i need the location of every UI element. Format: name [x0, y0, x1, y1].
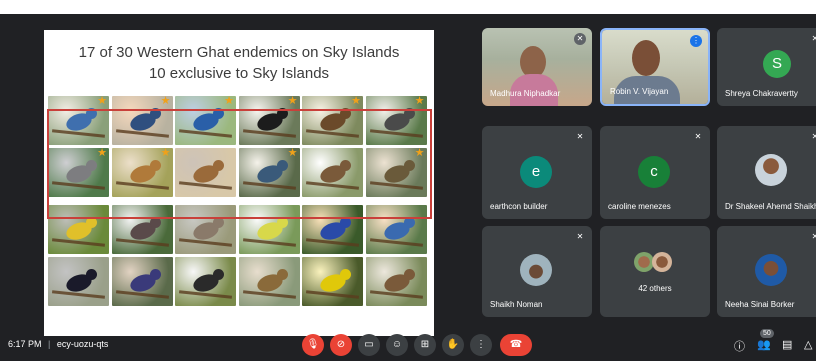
activities-button[interactable]: △ [804, 338, 812, 351]
captions-icon: ▭ [364, 339, 374, 350]
meeting-info-button[interactable]: ⓘ [734, 338, 745, 354]
meeting-window: 17 of 30 Western Ghat endemics on Sky Is… [0, 14, 816, 361]
star-icon: ★ [224, 96, 234, 107]
bird-head [340, 269, 351, 280]
avatar [520, 254, 552, 286]
participant-tile[interactable]: ✕ Neeha Sinai Borker [717, 226, 816, 317]
avatar: c [638, 156, 670, 188]
bird-photo [238, 257, 300, 306]
chat-icon: ▤ [782, 339, 793, 351]
info-icon: ⓘ [734, 341, 745, 353]
clock-time: 6:17 PM [8, 339, 42, 349]
people-icon: 👥 [757, 339, 771, 351]
participant-name: Shaikh Noman [490, 300, 543, 309]
participant-count-badge: 50 [760, 329, 774, 338]
participant-name: earthcon builder [490, 202, 548, 211]
bird-photo [48, 257, 109, 306]
bird-head [403, 269, 415, 280]
participant-name: Shreya Chakravertty [725, 89, 798, 98]
mic-off-icon: ✕ [694, 132, 702, 141]
star-icon: ★ [351, 96, 361, 107]
slide-title: 17 of 30 Western Ghat endemics on Sky Is… [78, 44, 400, 61]
mic-off-icon: ✕ [811, 232, 816, 241]
bird-photo [111, 257, 173, 306]
present-button[interactable]: ⊞ [414, 334, 436, 356]
participant-tile-active[interactable]: ⋮ Robin V. Vijayan [600, 28, 710, 106]
bird-head [86, 269, 97, 280]
phone-hangup-icon: ☎ [509, 339, 523, 350]
more-options-button[interactable]: ⋮ [470, 334, 492, 356]
camera-toggle-button[interactable]: ⊘ [330, 334, 352, 356]
person-head [632, 40, 660, 76]
leave-call-button[interactable]: ☎ [500, 334, 532, 356]
star-icon: ★ [160, 96, 171, 107]
participant-name: Neeha Sinai Borker [725, 300, 795, 309]
star-icon: ★ [97, 96, 107, 107]
activities-icon: △ [804, 339, 813, 351]
mic-off-icon: 🎙 [306, 339, 320, 350]
avatar [755, 254, 787, 286]
slide-subtitle: 10 exclusive to Sky Islands [148, 65, 330, 82]
participant-name: caroline menezes [608, 202, 671, 211]
exclusive-highlight-box [47, 109, 432, 219]
emoji-icon: ☺ [391, 339, 403, 350]
chat-button[interactable]: ▤ [782, 338, 792, 351]
more-vert-icon: ⋮ [476, 339, 486, 350]
star-icon: ★ [287, 96, 298, 107]
avatar [634, 252, 654, 272]
camera-off-icon: ⊘ [336, 339, 346, 350]
emoji-button[interactable]: ☺ [386, 334, 408, 356]
meeting-code: ecy-uozu-qts [56, 339, 109, 349]
bird-head [213, 269, 224, 280]
others-count: 42 others [638, 284, 672, 293]
others-tile[interactable]: 42 others [600, 226, 710, 317]
bird-photo [302, 257, 363, 306]
participant-tile[interactable]: c ✕ caroline menezes [600, 126, 710, 219]
raise-hand-button[interactable]: ✋ [442, 334, 464, 356]
bird-photo [175, 257, 236, 306]
speaking-indicator-icon: ⋮ [690, 35, 702, 47]
participant-tile[interactable]: S ✕ Shreya Chakravertty [717, 28, 816, 106]
participant-tile[interactable]: e ✕ earthcon builder [482, 126, 592, 219]
bird-head [149, 269, 161, 280]
avatar: e [520, 156, 552, 188]
mic-off-icon: ✕ [576, 232, 584, 241]
participant-tile[interactable]: ✕ Shaikh Noman [482, 226, 592, 317]
participant-name: Madhura Niphadkar [490, 89, 561, 98]
mic-off-icon: ✕ [811, 132, 816, 141]
people-button[interactable]: 👥 [757, 338, 771, 351]
star-icon: ★ [414, 96, 425, 107]
mic-toggle-button[interactable]: 🎙 [302, 334, 324, 356]
mic-off-icon: ✕ [811, 34, 816, 43]
present-icon: ⊞ [420, 339, 430, 350]
bird-photo [365, 257, 427, 306]
participant-name: Dr Shakeel Ahemd Shaikh [725, 202, 816, 211]
mic-off-icon: ✕ [574, 33, 586, 45]
separator: | [48, 339, 51, 349]
participant-tile[interactable]: ✕ Madhura Niphadkar [482, 28, 592, 106]
meeting-details[interactable]: 6:17 PM | ecy-uozu-qts [8, 339, 108, 349]
avatar: S [763, 50, 791, 78]
captions-button[interactable]: ▭ [358, 334, 380, 356]
participant-tile[interactable]: ✕ Dr Shakeel Ahemd Shaikh [717, 126, 816, 219]
mic-off-icon: ✕ [576, 132, 584, 141]
bird-head [276, 269, 288, 280]
avatar [755, 154, 787, 186]
bottom-control-bar: 6:17 PM | ecy-uozu-qts 🎙 ⊘ ▭ ☺ ⊞ ✋ ⋮ ☎ ⓘ… [0, 329, 816, 361]
participant-name: Robin V. Vijayan [610, 87, 669, 96]
avatar [652, 252, 672, 272]
hand-icon: ✋ [446, 339, 460, 350]
